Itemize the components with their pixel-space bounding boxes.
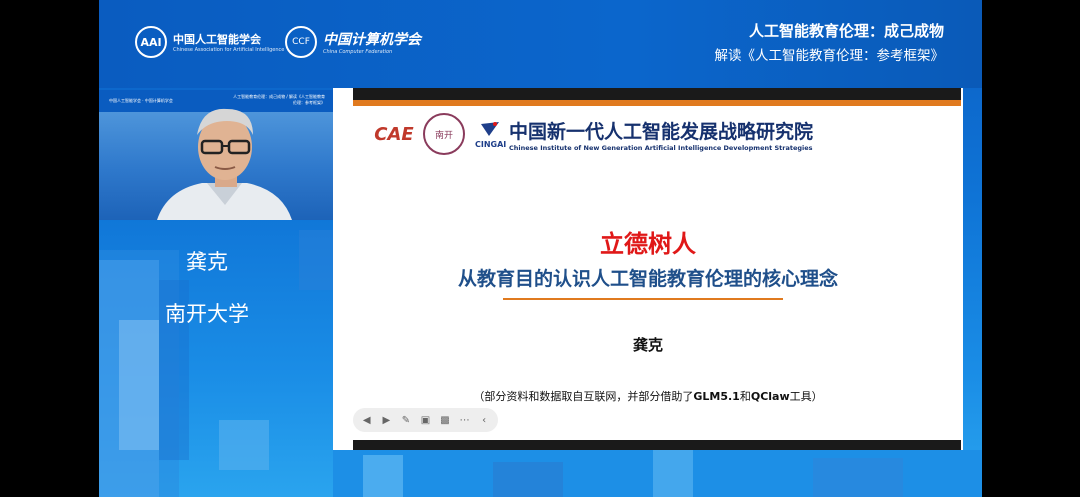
slide-accent-bar <box>353 100 961 106</box>
title-divider <box>503 298 783 300</box>
back-icon[interactable]: ◀ <box>361 414 373 426</box>
meeting-stage: AAI 中国人工智能学会 Chinese Association for Art… <box>99 0 982 497</box>
ccf-logo: CCF 中国计算机学会 China Computer Federation <box>285 26 421 58</box>
slide-top-bar <box>353 88 961 100</box>
presentation-slide: CAE 南开 CINGAI 中国新一代人工智能发展战略研究院 Chinese I… <box>333 88 963 450</box>
caai-name: 中国人工智能学会 <box>173 33 261 46</box>
cingai-logo-icon: CINGAI <box>475 120 506 149</box>
play-icon[interactable]: ▶ <box>380 414 392 426</box>
pen-icon[interactable]: ✎ <box>400 414 412 426</box>
institute-name-en: Chinese Institute of New Generation Arti… <box>509 143 813 152</box>
institute-name: 中国新一代人工智能发展战略研究院 <box>509 120 814 143</box>
collapse-icon[interactable]: ‹ <box>478 414 490 426</box>
decorative-floor <box>333 450 982 497</box>
video-icon[interactable]: ▩ <box>439 414 451 426</box>
session-subtitle: 解读《人工智能教育伦理：参考框架》 <box>714 48 945 64</box>
caai-name-en: Chinese Association for Artificial Intel… <box>173 47 285 53</box>
cae-logo-icon: CAE <box>374 123 414 145</box>
speaker-name: 龚克 <box>186 250 228 274</box>
caai-mark-icon: AAI <box>135 26 167 58</box>
speaker-video[interactable]: 中国人工智能学会 · 中国计算机学会 人工智能教育伦理：成己成物 / 解读《人工… <box>99 90 333 220</box>
slide-bottom-bar <box>353 440 961 450</box>
screenshot-icon[interactable]: ▣ <box>419 414 431 426</box>
presentation-toolbar: ◀ ▶ ✎ ▣ ▩ ⋯ ‹ <box>353 408 498 432</box>
ccf-mark-icon: CCF <box>285 26 317 58</box>
speaker-avatar <box>157 108 292 220</box>
slide-subtitle: 从教育目的认识人工智能教育伦理的核心理念 <box>457 268 838 290</box>
slide-header-logos: CAE 南开 CINGAI 中国新一代人工智能发展战略研究院 Chinese I… <box>374 112 845 156</box>
more-icon[interactable]: ⋯ <box>459 414 471 426</box>
session-title: 人工智能教育伦理：成己成物 <box>748 22 944 40</box>
conference-header: AAI 中国人工智能学会 Chinese Association for Art… <box>99 0 982 88</box>
ccf-name-en: China Computer Federation <box>323 49 393 55</box>
slide-author: 龚克 <box>632 336 663 354</box>
speaker-affiliation: 南开大学 <box>165 302 249 326</box>
slide-note: （部分资料和数据取自互联网，并部分借助了GLM5.1和QClaw工具） <box>473 390 823 403</box>
caai-logo: AAI 中国人工智能学会 Chinese Association for Art… <box>135 26 284 58</box>
slide-main-title: 立德树人 <box>600 230 696 258</box>
ccf-name: 中国计算机学会 <box>323 32 421 48</box>
nankai-seal-icon: 南开 <box>423 113 465 155</box>
